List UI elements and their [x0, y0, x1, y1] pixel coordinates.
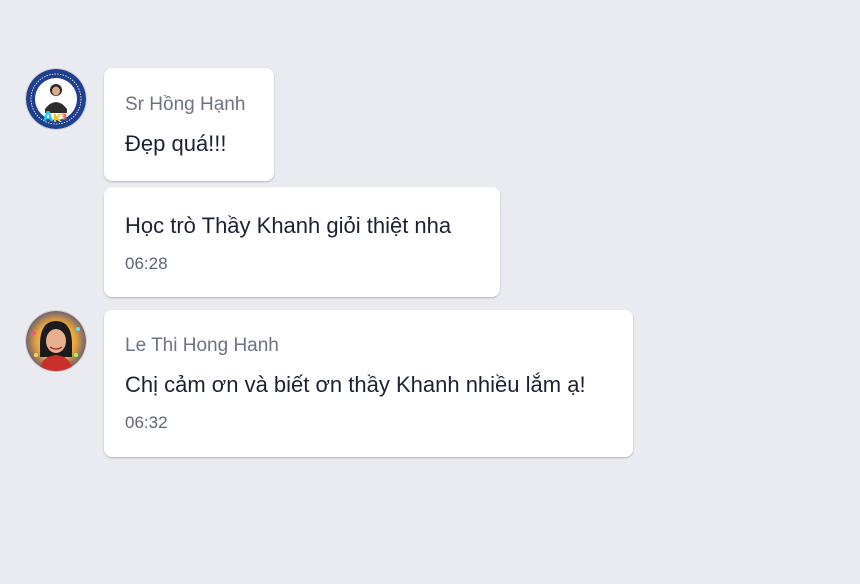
avatar-badge-icon: A K 3 — [26, 69, 86, 129]
message-text: Đẹp quá!!! — [125, 131, 227, 156]
svg-text:3: 3 — [61, 113, 67, 123]
avatar-sr-hong-hanh[interactable]: A K 3 — [26, 69, 86, 129]
avatar-photo-icon — [26, 311, 86, 371]
message-bubble[interactable]: Học trò Thầy Khanh giỏi thiệt nha 06:28 — [104, 187, 500, 297]
message-text: Học trò Thầy Khanh giỏi thiệt nha — [125, 213, 452, 238]
sender-name: Sr Hồng Hạnh — [125, 94, 246, 115]
avatar-le-thi-hong-hanh[interactable] — [26, 311, 86, 371]
message-timestamp: 06:28 — [125, 254, 168, 273]
svg-text:A: A — [43, 110, 53, 125]
sender-name: Le Thi Hong Hanh — [125, 335, 279, 356]
message-text: Chị cảm ơn và biết ơn thầy Khanh nhiều l… — [125, 372, 586, 397]
chat-thread: A K 3 Sr Hồng Hạnh Đẹp quá!!! Học trò Th… — [0, 0, 860, 584]
message-timestamp: 06:32 — [125, 413, 168, 432]
message-bubble[interactable]: Le Thi Hong Hanh Chị cảm ơn và biết ơn t… — [104, 310, 633, 457]
message-bubble[interactable]: Sr Hồng Hạnh Đẹp quá!!! — [104, 68, 274, 181]
